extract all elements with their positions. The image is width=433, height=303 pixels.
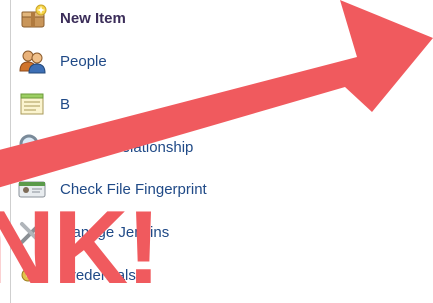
sidebar-item-label: Project Relationship (60, 138, 194, 156)
sidebar-item-label: B (60, 95, 71, 113)
sidebar-item-build-history[interactable]: B (16, 88, 70, 120)
sidebar-item-credentials[interactable]: Credentials (16, 259, 136, 291)
sidebar-item-new-item[interactable]: New Item (16, 2, 126, 34)
sidebar-item-label: People (60, 52, 107, 70)
fingerprint-card-icon (16, 173, 48, 205)
sidebar-item-label: Manage Jenkins (60, 223, 170, 241)
credentials-icon (16, 259, 48, 291)
sidebar-item-label: Credentials (60, 266, 136, 284)
sidebar-item-label: New Item (60, 9, 126, 27)
tools-icon (16, 216, 48, 248)
people-icon (16, 45, 48, 77)
sidebar-item-project-relationship[interactable]: Project Relationship (16, 131, 193, 163)
sidebar-item-people[interactable]: People (16, 45, 107, 77)
new-item-icon (16, 2, 48, 34)
sidebar-border (0, 0, 11, 303)
magnifier-icon (16, 131, 48, 163)
jenkins-sidebar-screenshot: New Item People B Project Relationship C… (0, 0, 433, 303)
sidebar-item-check-file-fingerprint[interactable]: Check File Fingerprint (16, 173, 207, 205)
sidebar-item-manage-jenkins[interactable]: Manage Jenkins (16, 216, 169, 248)
sidebar-item-label: Check File Fingerprint (60, 180, 207, 198)
notepad-icon (16, 88, 48, 120)
